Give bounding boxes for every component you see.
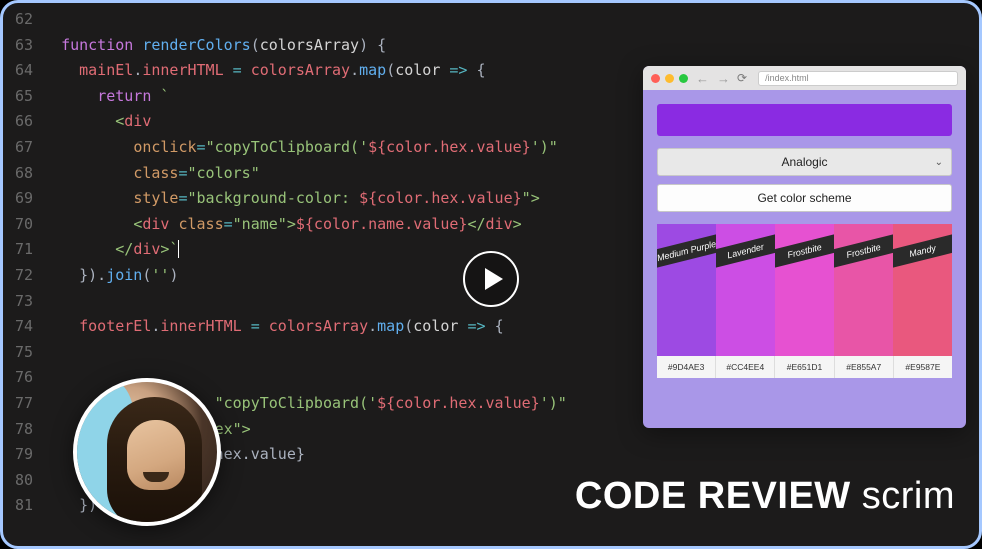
text-cursor: [178, 240, 179, 258]
get-scheme-button[interactable]: Get color scheme: [657, 184, 952, 212]
title-light: scrim: [862, 475, 955, 517]
line-gutter: 62 63 64 65 66 67 68 69 70 71 72 73 74 7…: [3, 7, 43, 546]
window-close-icon[interactable]: [651, 74, 660, 83]
hex-value[interactable]: #CC4EE4: [716, 356, 775, 378]
title-bold: CODE REVIEW: [575, 475, 851, 517]
line-number: 75: [3, 340, 33, 366]
chevron-down-icon: ⌄: [935, 157, 943, 168]
swatch-name: Frostbite: [834, 233, 893, 269]
scheme-select[interactable]: Analogic ⌄: [657, 148, 952, 176]
line-number: 70: [3, 212, 33, 238]
line-number: 72: [3, 263, 33, 289]
line-number: 74: [3, 314, 33, 340]
line-number: 62: [3, 7, 33, 33]
swatch-name: Frostbite: [775, 233, 834, 269]
color-swatch[interactable]: Frostbite: [775, 224, 834, 356]
line-number: 78: [3, 417, 33, 443]
color-swatch[interactable]: Frostbite: [834, 224, 893, 356]
line-number: 63: [3, 33, 33, 59]
code-line: function renderColors(colorsArray) {: [43, 33, 979, 59]
line-number: 81: [3, 493, 33, 519]
refresh-icon[interactable]: ⟳: [737, 71, 747, 85]
line-number: 66: [3, 109, 33, 135]
swatch-name: Lavender: [716, 233, 775, 269]
hex-value[interactable]: #9D4AE3: [657, 356, 716, 378]
play-button[interactable]: [463, 251, 519, 307]
code-line: [43, 7, 979, 33]
color-swatch[interactable]: Mandy: [893, 224, 952, 356]
window-minimize-icon[interactable]: [665, 74, 674, 83]
video-scrim-frame: 62 63 64 65 66 67 68 69 70 71 72 73 74 7…: [0, 0, 982, 549]
hex-row: #9D4AE3 #CC4EE4 #E651D1 #E855A7 #E9587E: [657, 356, 952, 378]
line-number: 64: [3, 58, 33, 84]
seed-color-input[interactable]: [657, 104, 952, 136]
url-bar[interactable]: /index.html: [758, 71, 958, 86]
hex-value[interactable]: #E651D1: [775, 356, 834, 378]
window-maximize-icon[interactable]: [679, 74, 688, 83]
hex-value[interactable]: #E9587E: [894, 356, 952, 378]
browser-chrome: ← → ⟳ /index.html: [643, 66, 966, 90]
app-body: Analogic ⌄ Get color scheme Medium Purpl…: [643, 90, 966, 392]
swatch-name: Medium Purple: [657, 233, 716, 269]
hex-value[interactable]: #E855A7: [835, 356, 894, 378]
line-number: 71: [3, 237, 33, 263]
line-number: 77: [3, 391, 33, 417]
instructor-avatar: [73, 378, 221, 526]
color-swatch[interactable]: Medium Purple: [657, 224, 716, 356]
line-number: 76: [3, 365, 33, 391]
line-number: 69: [3, 186, 33, 212]
swatch-name: Mandy: [893, 233, 952, 269]
play-icon: [485, 268, 503, 290]
scrim-title: CODE REVIEW scrim: [575, 475, 955, 518]
forward-icon[interactable]: →: [717, 71, 730, 86]
get-scheme-label: Get color scheme: [757, 191, 851, 205]
color-swatch[interactable]: Lavender: [716, 224, 775, 356]
back-icon[interactable]: ←: [696, 71, 709, 86]
line-number: 73: [3, 289, 33, 315]
line-number: 67: [3, 135, 33, 161]
line-number: 80: [3, 468, 33, 494]
line-number: 79: [3, 442, 33, 468]
browser-preview: ← → ⟳ /index.html Analogic ⌄ Get color s…: [643, 66, 966, 428]
scheme-select-value: Analogic: [781, 155, 827, 169]
line-number: 68: [3, 161, 33, 187]
line-number: 65: [3, 84, 33, 110]
swatch-row: Medium Purple Lavender Frostbite Frostbi…: [657, 224, 952, 356]
